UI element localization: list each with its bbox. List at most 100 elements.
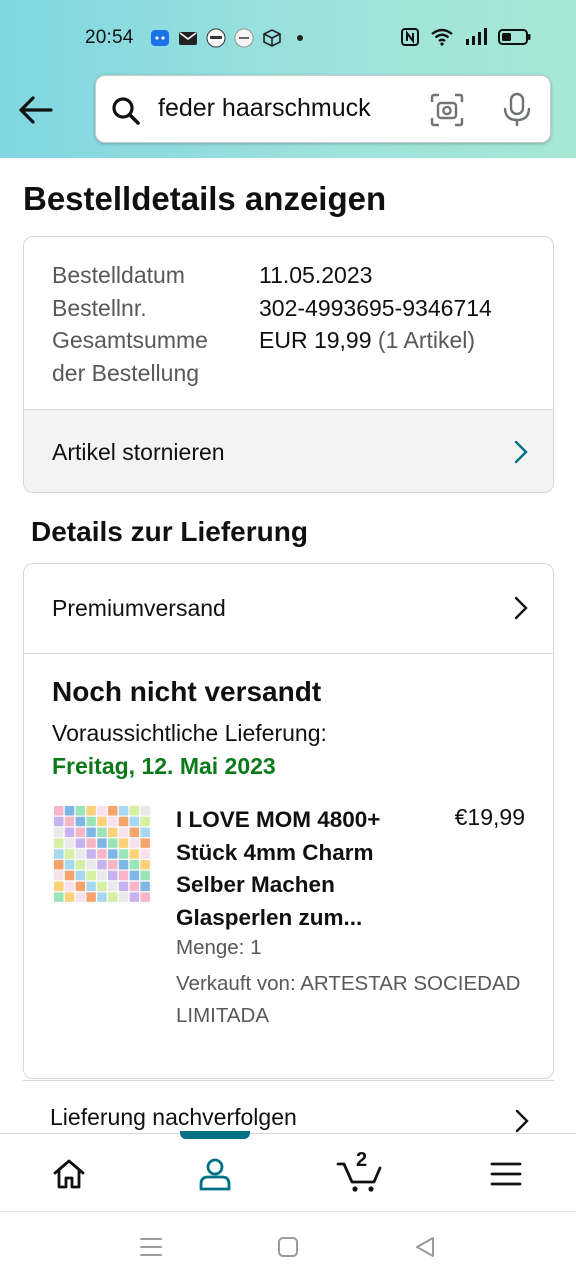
mail-icon [178,28,198,48]
bead-tile [64,860,75,870]
search-input[interactable]: feder haarschmuck [158,94,408,123]
bead-tile [54,881,64,892]
bead-tile [140,881,150,892]
bead-tile [97,806,107,816]
chevron-right-icon [515,1109,529,1133]
nav-home-button[interactable] [45,1152,93,1196]
bead-tile [64,816,75,827]
bead-tile [97,838,107,848]
bead-tile [118,838,129,848]
bead-tile [75,816,86,827]
bead-tile [108,849,118,859]
nav-profile-button[interactable] [191,1152,239,1196]
bead-tile [64,881,75,892]
order-total-label-line2: der Bestellung [52,359,200,386]
order-total-label: Gesamtsumme der Bestellung [52,324,259,389]
bead-tile [54,806,64,816]
active-tab-indicator [180,1131,250,1139]
bead-tile [108,881,118,892]
bead-tile [75,827,86,838]
bead-tile [118,870,129,881]
search-bar[interactable]: feder haarschmuck [95,75,551,143]
status-time: 20:54 [85,27,134,48]
bead-tile [64,806,75,816]
camera-search-icon[interactable] [430,93,464,127]
nfc-icon [400,27,420,47]
bead-tile [97,860,107,870]
mifa-icon [234,28,254,48]
bead-tile [86,816,96,827]
profile-icon [199,1158,231,1191]
bead-tile [108,860,118,870]
product-thumbnail [52,804,152,904]
bead-tile [108,892,118,902]
order-item-count: (1 Artikel) [377,327,476,353]
bead-tile [108,827,118,838]
back-button[interactable] [16,90,56,130]
bead-tile [86,881,96,892]
microphone-icon[interactable] [500,92,534,128]
bead-tile [118,806,129,816]
bead-tile [140,806,150,816]
bead-tile [75,806,86,816]
bead-tile [64,849,75,859]
bead-tile [129,892,140,902]
bead-tile [129,816,140,827]
app-header: 20:54 feder haarschmuck [0,0,576,158]
bead-tile [54,816,64,827]
bead-tile [86,838,96,848]
notification-icons [150,28,310,48]
product-image[interactable] [52,804,152,904]
track-package-row[interactable]: Lieferung nachverfolgen [23,1080,554,1135]
order-number-label: Bestellnr. [52,294,147,321]
signal-icon [464,27,488,47]
page-title: Bestelldetails anzeigen [23,180,387,217]
bead-tile [86,806,96,816]
bead-tile [129,849,140,859]
bead-tile [97,827,107,838]
bead-tile [129,870,140,881]
product-title-link[interactable]: I LOVE MOM 4800+ Stück 4mm Charm Selber … [176,804,416,934]
box-icon [262,28,282,48]
home-icon [53,1159,85,1189]
bead-tile [118,827,129,838]
chevron-right-icon [514,596,528,620]
back-triangle-icon[interactable] [412,1234,438,1260]
bead-tile [54,870,64,881]
home-square-icon[interactable] [275,1234,301,1260]
bead-tile [108,870,118,881]
dot-icon [290,28,310,48]
estimated-delivery-date: Freitag, 12. Mai 2023 [52,753,276,779]
bead-tile [140,838,150,848]
bottom-navigation: 2 [0,1131,576,1211]
system-status-icons [400,27,532,47]
bead-tile [118,860,129,870]
bead-tile [97,816,107,827]
bead-tile [54,860,64,870]
order-summary-card: Bestelldatum 11.05.2023 Bestellnr. 302-4… [23,236,554,493]
shipping-method-label: Premiumversand [52,595,226,621]
android-app-icon [150,28,170,48]
bead-tile [75,860,86,870]
ebay-icon [206,28,226,48]
bead-tile [54,827,64,838]
bead-tile [129,806,140,816]
nav-menu-button[interactable] [482,1152,530,1196]
bead-tile [86,849,96,859]
cancel-items-button[interactable]: Artikel stornieren [24,409,553,492]
bead-tile [64,827,75,838]
search-icon [112,97,140,125]
order-date-value: 11.05.2023 [259,262,373,288]
shipping-method-row[interactable]: Premiumversand [24,564,553,654]
bead-tile [64,892,75,902]
system-navigation-bar [0,1211,576,1280]
product-seller: Verkauft von: ARTESTAR SOCIEDAD LIMITADA [176,972,521,1027]
shipment-status: Noch nicht versandt [52,676,322,707]
bead-tile [108,816,118,827]
bead-tile [97,892,107,902]
order-total-value: EUR 19,99 (1 Artikel) [259,324,539,389]
delivery-section-title: Details zur Lieferung [31,516,308,547]
bead-tile [140,892,150,902]
bead-tile [129,881,140,892]
recent-apps-icon[interactable] [138,1234,164,1260]
